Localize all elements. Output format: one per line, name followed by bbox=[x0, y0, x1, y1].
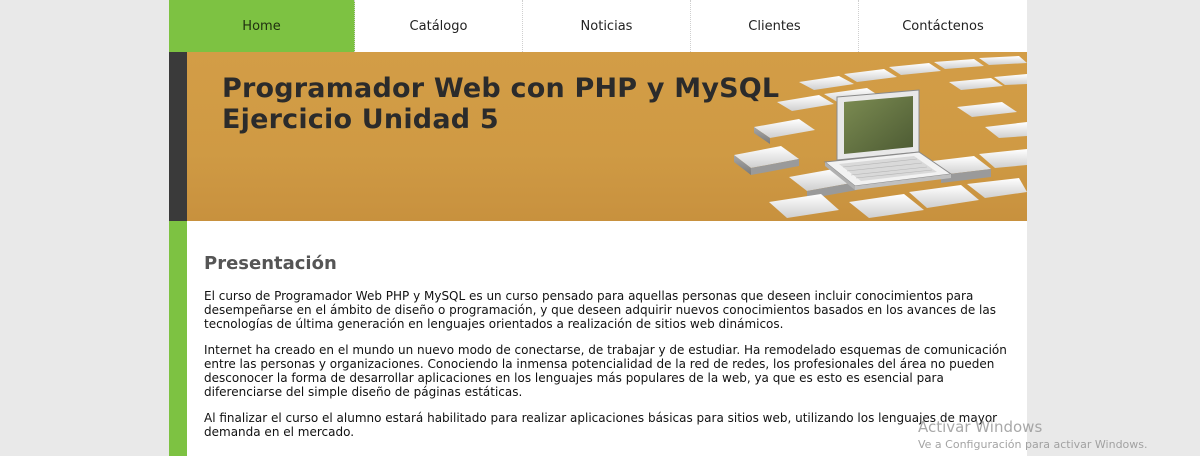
banner-side-bar bbox=[169, 52, 187, 221]
nav-item-contactenos[interactable]: Contáctenos bbox=[859, 0, 1027, 52]
windows-activation-watermark-subtitle: Ve a Configuración para activar Windows. bbox=[918, 438, 1148, 451]
content-side-bar bbox=[169, 221, 187, 456]
banner-title-line-2: Ejercicio Unidad 5 bbox=[222, 104, 499, 135]
paragraph-conclusion: Al finalizar el curso el alumno estará h… bbox=[204, 411, 998, 439]
paragraph-internet: Internet ha creado en el mundo un nuevo … bbox=[204, 343, 1007, 399]
nav-item-label: Home bbox=[242, 18, 281, 34]
section-heading: Presentación bbox=[204, 253, 337, 274]
header-banner: Programador Web con PHP y MySQL Ejercici… bbox=[169, 52, 1027, 221]
page-container: Home Catálogo Noticias Clientes Contácte… bbox=[169, 0, 1027, 456]
nav-item-home[interactable]: Home bbox=[169, 0, 355, 52]
nav-item-noticias[interactable]: Noticias bbox=[523, 0, 691, 52]
nav-item-label: Noticias bbox=[580, 18, 633, 34]
nav-item-catalogo[interactable]: Catálogo bbox=[355, 0, 523, 52]
nav-item-clientes[interactable]: Clientes bbox=[691, 0, 859, 52]
main-content: Presentación El curso de Programador Web… bbox=[204, 221, 1014, 439]
windows-activation-watermark-title: Activar Windows bbox=[918, 418, 1043, 436]
banner-title-line-1: Programador Web con PHP y MySQL bbox=[222, 73, 780, 104]
main-nav: Home Catálogo Noticias Clientes Contácte… bbox=[169, 0, 1027, 52]
banner-title: Programador Web con PHP y MySQL Ejercici… bbox=[222, 73, 779, 135]
laptop-on-tiles-icon bbox=[734, 56, 1027, 218]
nav-item-label: Clientes bbox=[748, 18, 801, 34]
paragraph-intro: El curso de Programador Web PHP y MySQL … bbox=[204, 289, 996, 331]
nav-item-label: Contáctenos bbox=[902, 18, 984, 34]
nav-item-label: Catálogo bbox=[409, 18, 468, 34]
